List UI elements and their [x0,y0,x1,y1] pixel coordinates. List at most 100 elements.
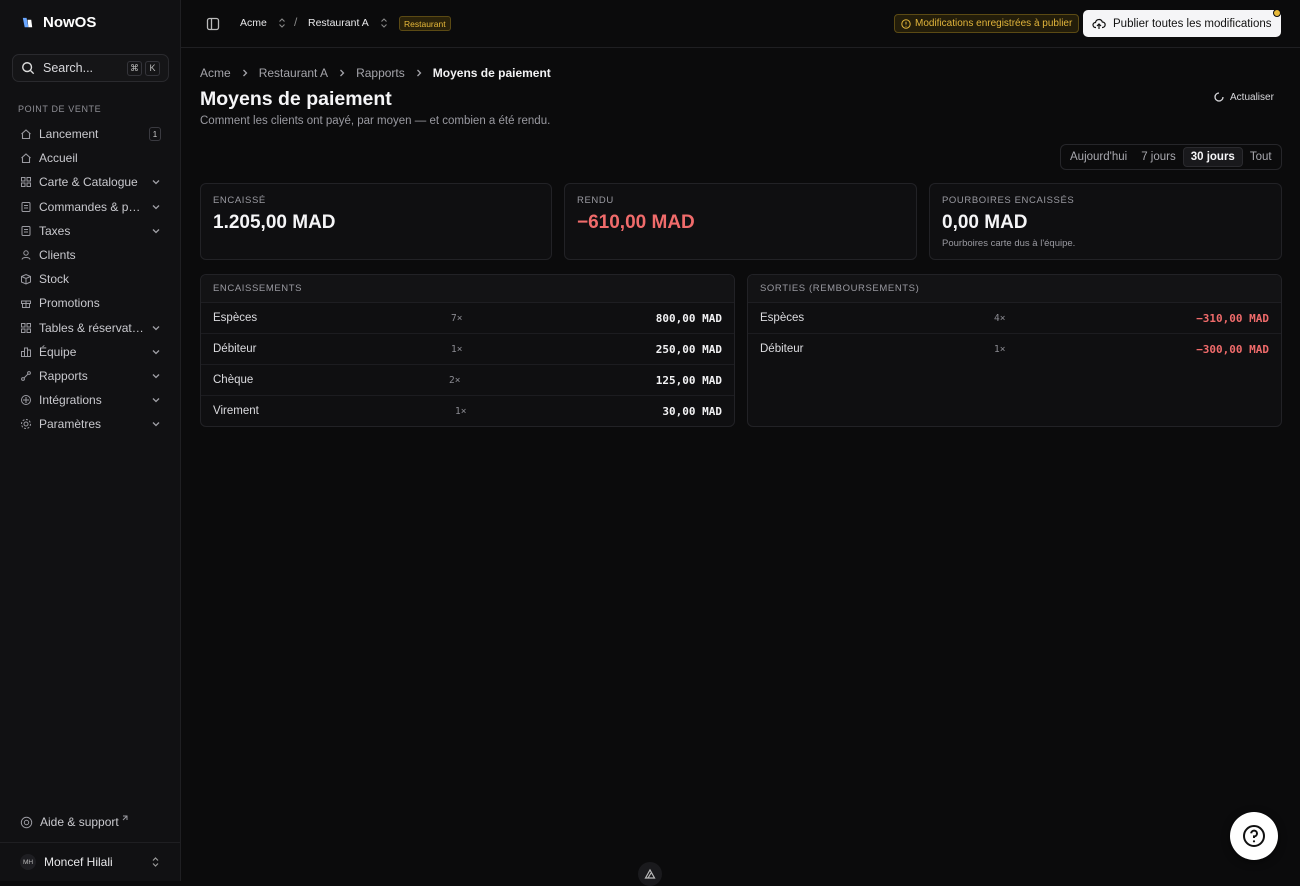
lifebuoy-icon [20,816,33,828]
payment-count: 1× [455,406,467,417]
sidebar-item-taxes[interactable]: Taxes [12,219,169,243]
publish-all-label: Publier toutes les modifications [1113,17,1272,30]
payment-count: 7× [451,313,463,324]
kpi-card-rendu: RENDU −610,00 MAD [564,183,917,260]
search-input[interactable]: Search... ⌘ K [12,54,169,82]
info-circle-icon [901,18,911,29]
kpi-value: 1.205,00 MAD [213,212,336,233]
sidebar-item-promotions[interactable]: Promotions [12,291,169,315]
home-icon [21,153,31,164]
chevron-down-icon [152,422,160,427]
chevrons-up-down-icon [152,857,159,867]
sidebar-item-parametres[interactable]: Paramètres [12,412,169,436]
sidebar-item-clients[interactable]: Clients [12,243,169,267]
sidebar-item-label: Intégrations [39,393,102,408]
payment-method: Chèque [213,374,254,386]
plug-icon [21,395,31,406]
payment-method: Débiteur [213,343,257,355]
sidebar-item-accueil[interactable]: Accueil [12,146,169,170]
payment-method: Débiteur [760,343,804,355]
chevron-down-icon [152,349,160,355]
sidebar-item-label: Accueil [39,151,78,166]
brand[interactable]: NowOS [20,14,96,31]
sorties-panel: SORTIES (REMBOURSEMENTS) Espèces 4× −310… [747,274,1282,427]
kpi-label: ENCAISSÉ [213,195,266,206]
help-button[interactable] [1230,812,1278,860]
help-support-link[interactable]: Aide & support [20,815,128,829]
chevron-down-icon [152,374,160,379]
sidebar-item-rapports[interactable]: Rapports [12,364,169,388]
payment-amount: −310,00 MAD [1196,312,1269,325]
sidebar-item-stock[interactable]: Stock [12,267,169,291]
sidebar-item-lancement[interactable]: Lancement 1 [12,122,169,146]
receipt-icon [21,201,31,212]
payment-count: 1× [451,344,463,355]
kpi-card-encaisse: ENCAISSÉ 1.205,00 MAD [200,183,552,260]
kpi-card-pourboires: POURBOIRES ENCAISSÉS 0,00 MAD Pourboires… [929,183,1282,260]
grid-icon [21,177,31,188]
kpi-note: Pourboires carte dus à l'équipe. [942,238,1076,249]
breadcrumb-item[interactable]: Acme [200,66,231,80]
page-subtitle: Comment les clients ont payé, par moyen … [200,115,551,127]
sidebar-item-label: Promotions [39,296,100,311]
kpi-value: −610,00 MAD [577,212,695,233]
dev-tools-icon[interactable] [638,862,662,886]
page-title: Moyens de paiement [200,88,392,110]
refresh-button[interactable]: Actualiser [1213,91,1274,103]
receipt-icon [21,225,31,236]
period-option-7-days[interactable]: 7 jours [1134,147,1183,167]
breadcrumb-current: Moyens de paiement [432,66,551,80]
kpi-label: POURBOIRES ENCAISSÉS [942,195,1075,206]
sidebar-item-label: Taxes [39,223,71,238]
kpi-value: 0,00 MAD [942,212,1028,233]
sidebar-item-label: Tables & réservations [39,320,144,335]
question-circle-icon [1243,825,1265,847]
sidebar-item-carte-catalogue[interactable]: Carte & Catalogue [12,170,169,194]
table-row: Espèces 7× 800,00 MAD [201,303,734,334]
topbar: Acme / Restaurant A Restaurant Modificat… [181,0,1300,48]
publish-all-button[interactable]: Publier toutes les modifications [1083,10,1281,37]
location-switcher[interactable]: Restaurant A [308,17,389,29]
location-name: Restaurant A [308,17,369,29]
encaissements-panel: ENCAISSEMENTS Espèces 7× 800,00 MAD Débi… [200,274,735,427]
payment-method: Espèces [760,312,805,324]
sidebar-item-equipe[interactable]: Équipe [12,340,169,364]
breadcrumb-item[interactable]: Rapports [356,66,405,80]
chevron-down-icon [152,204,160,210]
gear-icon [21,419,31,430]
payment-count: 2× [449,375,461,386]
chevron-down-icon [152,325,160,331]
payment-amount: 250,00 MAD [655,343,722,356]
sidebar-item-badge: 1 [149,127,161,142]
pending-changes-badge[interactable]: Modifications enregistrées à publier [894,14,1080,33]
sidebar-item-commandes[interactable]: Commandes & paiements [12,195,169,219]
breadcrumb-item[interactable]: Restaurant A [259,66,328,80]
payment-amount: 30,00 MAD [662,405,722,418]
notification-dot [1273,9,1281,17]
table-row: Espèces 4× −310,00 MAD [748,303,1281,334]
search-icon [22,62,35,75]
team-icon [21,347,31,357]
refresh-icon [1214,92,1224,102]
period-option-today[interactable]: Aujourd'hui [1063,147,1134,167]
chart-icon [21,371,31,381]
chevron-right-icon [416,69,422,77]
period-option-30-days[interactable]: 30 jours [1182,147,1243,167]
panel-title: ENCAISSEMENTS [201,275,734,303]
sidebar-toggle-icon[interactable] [206,17,220,31]
sidebar-item-label: Commandes & paiements [39,199,144,214]
sidebar-item-tables[interactable]: Tables & réservations [12,316,169,340]
sidebar-item-label: Équipe [39,344,77,359]
period-option-all[interactable]: Tout [1243,147,1279,167]
payment-method: Espèces [213,312,258,324]
refresh-label: Actualiser [1230,91,1274,103]
chevrons-up-down-icon [380,18,387,28]
payment-count: 1× [994,344,1006,355]
user-menu[interactable]: MH Moncef Hilali [0,842,181,881]
payment-amount: 800,00 MAD [655,312,722,325]
org-switcher[interactable]: Acme [240,17,287,29]
sidebar-item-integrations[interactable]: Intégrations [12,388,169,412]
sidebar-nav: Lancement 1 Accueil Carte & Catalogue Co… [12,122,169,436]
kpi-label: RENDU [577,195,614,206]
search-shortcut: ⌘ K [127,60,160,76]
